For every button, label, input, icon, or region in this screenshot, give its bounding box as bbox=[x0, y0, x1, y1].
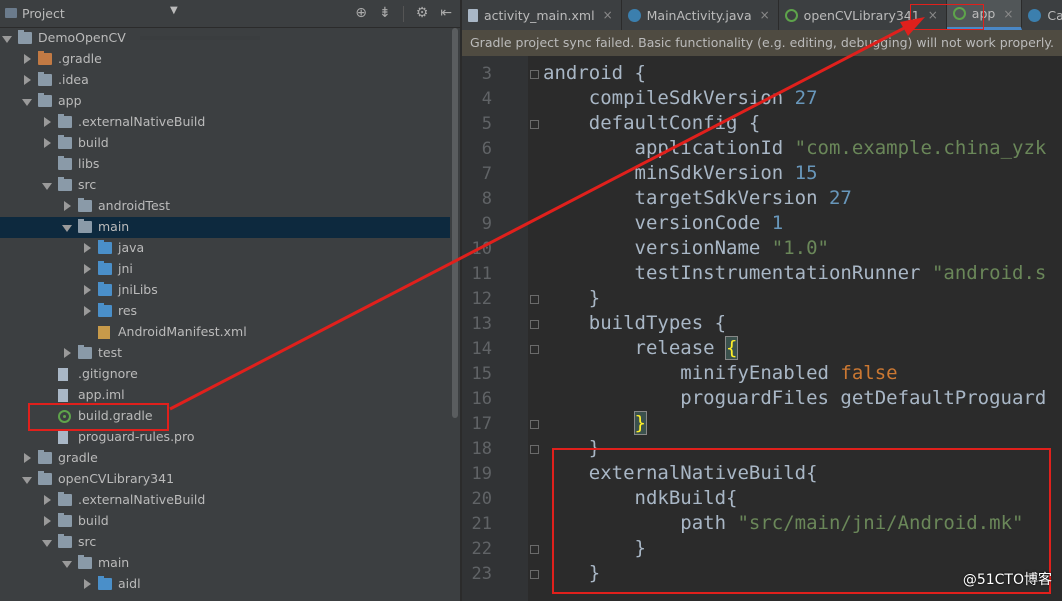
annotation-arrow bbox=[169, 17, 925, 411]
watermark: @51CTO博客 bbox=[962, 572, 1052, 588]
